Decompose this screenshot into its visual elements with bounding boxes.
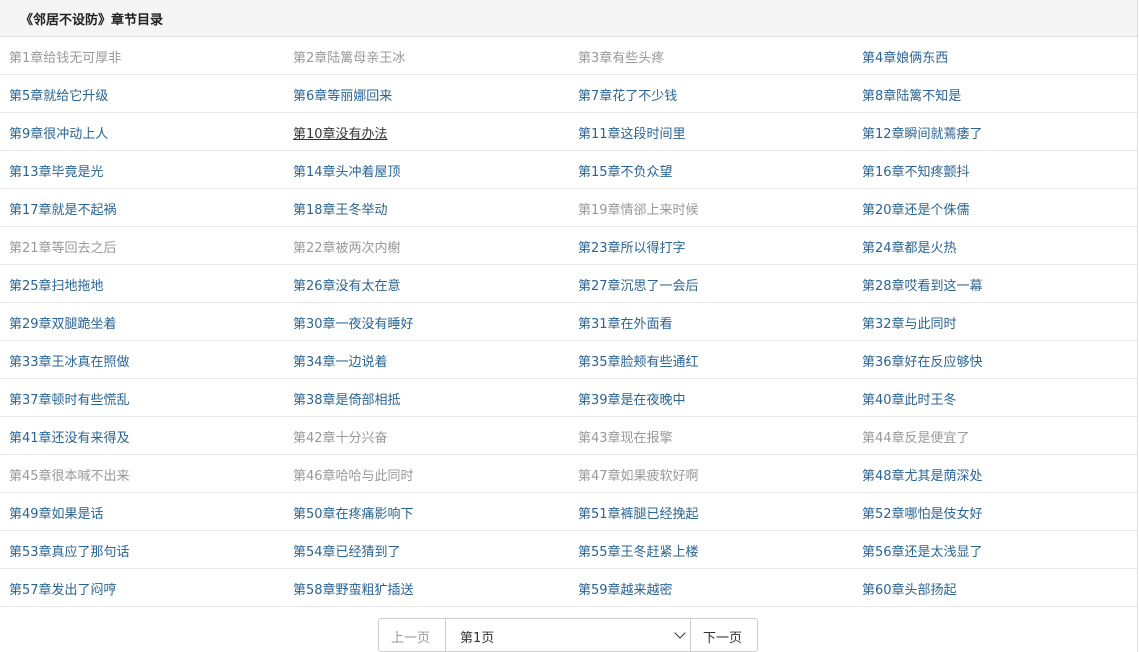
chapter-link[interactable]: 第32章与此同时 <box>862 313 957 332</box>
chapter-link[interactable]: 第22章被两次内榭 <box>293 237 401 256</box>
chapter-row: 第21章等回去之后 第22章被两次内榭 第23章所以得打字 第24章都是火热 <box>0 227 1137 265</box>
chapter-link[interactable]: 第60章头部扬起 <box>862 579 957 598</box>
chapter-link[interactable]: 第40章此时王冬 <box>862 389 957 408</box>
chapter-link[interactable]: 第36章好在反应够快 <box>862 351 983 370</box>
chapter-link[interactable]: 第52章哪怕是伎女好 <box>862 503 983 522</box>
chapter-link[interactable]: 第3章有些头疼 <box>578 47 664 66</box>
chapter-link[interactable]: 第10章没有办法 <box>293 123 388 142</box>
chapter-link[interactable]: 第58章野蛮粗犷插送 <box>293 579 414 598</box>
chapter-link[interactable]: 第30章一夜没有睡好 <box>293 313 414 332</box>
chapter-link[interactable]: 第11章这段时间里 <box>578 123 686 142</box>
chapter-link[interactable]: 第9章很冲动上人 <box>9 123 108 142</box>
chapter-row: 第9章很冲动上人 第10章没有办法 第11章这段时间里 第12章瞬间就蔫痿了 <box>0 113 1137 151</box>
chapter-link[interactable]: 第6章等丽娜回来 <box>293 85 392 104</box>
chapter-link[interactable]: 第39章是在夜晚中 <box>578 389 686 408</box>
chapter-row: 第25章扫地拖地 第26章没有太在意 第27章沉思了一会后 第28章哎看到这一幕 <box>0 265 1137 303</box>
chapter-link[interactable]: 第49章如果是话 <box>9 503 104 522</box>
chapter-link[interactable]: 第44章反是便宜了 <box>862 427 970 446</box>
prev-page-button[interactable]: 上一页 <box>378 618 446 652</box>
pagination: 上一页 第1页 下一页 <box>378 618 758 652</box>
chapter-row: 第45章很本喊不出来 第46章哈哈与此同时 第47章如果疲软好啊 第48章尤其是荫深处 <box>0 455 1137 493</box>
chapter-link[interactable]: 第34章一边说着 <box>293 351 388 370</box>
chapter-row: 第17章就是不起祸 第18章王冬举动 第19章情郤上来时候 第20章还是个侏儒 <box>0 189 1137 227</box>
chapter-link[interactable]: 第28章哎看到这一幕 <box>862 275 983 294</box>
chapter-link[interactable]: 第20章还是个侏儒 <box>862 199 970 218</box>
chapter-row: 第29章双腿跪坐着 第30章一夜没有睡好 第31章在外面看 第32章与此同时 <box>0 303 1137 341</box>
chapter-link[interactable]: 第5章就给它升级 <box>9 85 108 104</box>
chapter-link[interactable]: 第8章陆篱不知是 <box>862 85 961 104</box>
chapter-link[interactable]: 第54章已经猜到了 <box>293 541 401 560</box>
chapter-link[interactable]: 第33章王冰真在照做 <box>9 351 130 370</box>
chapter-link[interactable]: 第27章沉思了一会后 <box>578 275 699 294</box>
page-select[interactable]: 第1页 <box>446 618 690 652</box>
chapter-link[interactable]: 第29章双腿跪坐着 <box>9 313 117 332</box>
page-title: 《邻居不设防》章节目录 <box>0 0 1137 37</box>
chapter-row: 第5章就给它升级 第6章等丽娜回来 第7章花了不少钱 第8章陆篱不知是 <box>0 75 1137 113</box>
chapter-link[interactable]: 第15章不负众望 <box>578 161 673 180</box>
chapter-link[interactable]: 第17章就是不起祸 <box>9 199 117 218</box>
chapter-link[interactable]: 第13章毕竟是光 <box>9 161 104 180</box>
chapter-link[interactable]: 第2章陆篱母亲王冰 <box>293 47 405 66</box>
chapter-link[interactable]: 第18章王冬举动 <box>293 199 388 218</box>
chapter-link[interactable]: 第19章情郤上来时候 <box>578 199 699 218</box>
chapter-link[interactable]: 第35章脸颊有些通红 <box>578 351 699 370</box>
chevron-down-icon <box>674 627 686 639</box>
chapter-row: 第33章王冰真在照做 第34章一边说着 第35章脸颊有些通红 第36章好在反应够快 <box>0 341 1137 379</box>
chapter-row: 第37章顿时有些慌乱 第38章是倚部相抵 第39章是在夜晚中 第40章此时王冬 <box>0 379 1137 417</box>
chapter-row: 第41章还没有来得及 第42章十分兴奋 第43章现在报擎 第44章反是便宜了 <box>0 417 1137 455</box>
chapter-link[interactable]: 第43章现在报擎 <box>578 427 673 446</box>
chapter-link[interactable]: 第31章在外面看 <box>578 313 673 332</box>
chapter-row: 第49章如果是话 第50章在疼痛影响下 第51章裤腿已经挽起 第52章哪怕是伎女好 <box>0 493 1137 531</box>
chapter-link[interactable]: 第21章等回去之后 <box>9 237 117 256</box>
chapter-link[interactable]: 第55章王冬赶紧上楼 <box>578 541 699 560</box>
chapter-link[interactable]: 第51章裤腿已经挽起 <box>578 503 699 522</box>
chapter-link[interactable]: 第38章是倚部相抵 <box>293 389 401 408</box>
chapter-link[interactable]: 第16章不知疼颤抖 <box>862 161 970 180</box>
chapter-row: 第57章发出了闷哼 第58章野蛮粗犷插送 第59章越来越密 第60章头部扬起 <box>0 569 1137 607</box>
chapter-link[interactable]: 第25章扫地拖地 <box>9 275 104 294</box>
chapter-link[interactable]: 第56章还是太浅显了 <box>862 541 983 560</box>
chapter-link[interactable]: 第48章尤其是荫深处 <box>862 465 983 484</box>
chapter-link[interactable]: 第47章如果疲软好啊 <box>578 465 699 484</box>
chapter-link[interactable]: 第45章很本喊不出来 <box>9 465 130 484</box>
chapter-panel: 《邻居不设防》章节目录 第1章给钱无可厚非 第2章陆篱母亲王冰 第3章有些头疼 第4章… <box>0 0 1138 652</box>
chapter-link[interactable]: 第50章在疼痛影响下 <box>293 503 414 522</box>
chapter-link[interactable]: 第23章所以得打字 <box>578 237 686 256</box>
chapter-list: 第1章给钱无可厚非 第2章陆篱母亲王冰 第3章有些头疼 第4章娘俩东西第5章就给它升级… <box>0 37 1137 607</box>
chapter-link[interactable]: 第12章瞬间就蔫痿了 <box>862 123 983 142</box>
chapter-link[interactable]: 第46章哈哈与此同时 <box>293 465 414 484</box>
chapter-row: 第1章给钱无可厚非 第2章陆篱母亲王冰 第3章有些头疼 第4章娘俩东西 <box>0 37 1137 75</box>
chapter-link[interactable]: 第37章顿时有些慌乱 <box>9 389 130 408</box>
chapter-link[interactable]: 第24章都是火热 <box>862 237 957 256</box>
chapter-link[interactable]: 第59章越来越密 <box>578 579 673 598</box>
chapter-link[interactable]: 第7章花了不少钱 <box>578 85 677 104</box>
chapter-link[interactable]: 第57章发出了闷哼 <box>9 579 117 598</box>
chapter-link[interactable]: 第1章给钱无可厚非 <box>9 47 121 66</box>
next-page-button[interactable]: 下一页 <box>690 618 758 652</box>
chapter-link[interactable]: 第14章头冲着屋顶 <box>293 161 401 180</box>
chapter-link[interactable]: 第53章真应了那句话 <box>9 541 130 560</box>
chapter-link[interactable]: 第42章十分兴奋 <box>293 427 388 446</box>
page-select-value: 第1页 <box>460 631 495 646</box>
chapter-link[interactable]: 第26章没有太在意 <box>293 275 401 294</box>
chapter-link[interactable]: 第4章娘俩东西 <box>862 47 948 66</box>
chapter-row: 第13章毕竟是光 第14章头冲着屋顶 第15章不负众望 第16章不知疼颤抖 <box>0 151 1137 189</box>
chapter-row: 第53章真应了那句话 第54章已经猜到了 第55章王冬赶紧上楼 第56章还是太浅显了 <box>0 531 1137 569</box>
chapter-link[interactable]: 第41章还没有来得及 <box>9 427 130 446</box>
